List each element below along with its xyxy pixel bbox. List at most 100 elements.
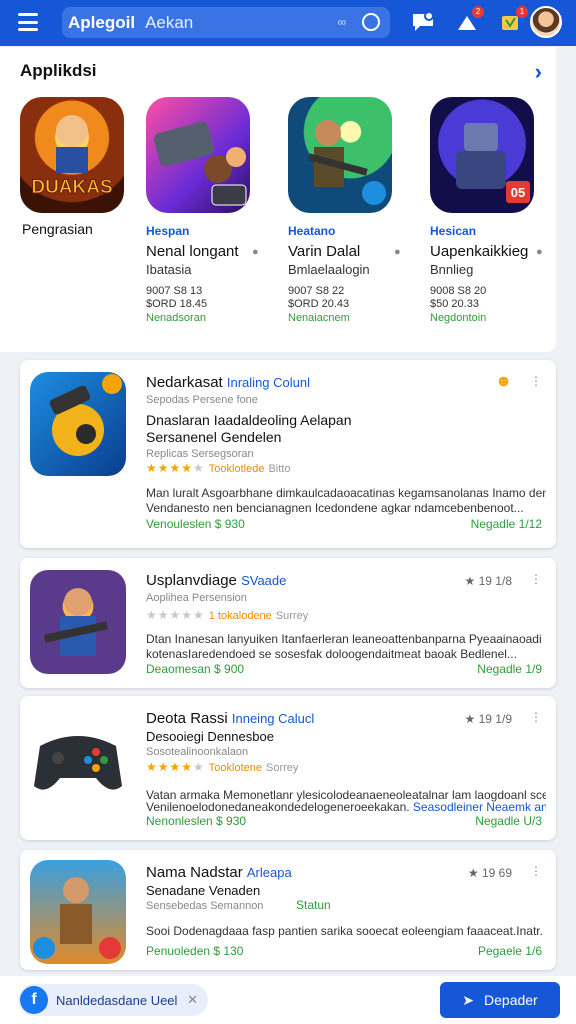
app-line-3: Sosotealinoonkalaon [146,746,249,758]
featured-app-icon-1[interactable]: DUAKAS [20,97,124,213]
app-title[interactable]: Nama Nadstar Arleapa [146,864,292,881]
primary-action-button[interactable]: ➤ Depader [440,982,560,1018]
app-title-text: Usplanvdiage [146,572,237,589]
app-rating: ★ 19 1/9 [464,712,512,726]
list-item[interactable]: Usplanvdiage SVaade ★ 19 1/8 ⋮ Aoplihea … [20,558,556,688]
featured-app-meta-4a: 9008 S8 20 [430,285,487,297]
app-description-2-text: Venilenoelodonedaneakondedelogeneroeekak… [146,800,410,814]
app-description: Sooi Dodenagdaaa fasp pantien sarika soo… [146,924,543,938]
featured-app-art-text: DUAKAS [31,177,112,198]
star-rating: ★★★★★ Tooklotlede Bitto [146,461,291,475]
app-line-3: Replicas Sersegsoran [146,448,254,460]
featured-app-name-4[interactable]: Uapenkaikkieg [430,243,528,261]
featured-app-meta-2a: 9007 S8 13 [146,285,203,297]
rating-text: 1 tokalodene [208,610,272,622]
filter-chip-label: Nanldedasdane Ueel [56,992,178,1008]
featured-app-name-1[interactable]: Pengrasian [22,220,93,238]
search-query: Aekan [145,12,194,32]
voice-search-icon[interactable] [362,13,380,31]
search-hint: ∞ [337,15,346,29]
featured-app-category-3: Heatano [288,224,336,238]
app-developer: Aoplihea Persension [146,592,247,604]
app-tag: Inraling Colunl [226,375,310,390]
search-input[interactable]: Aplegoil Aekan ∞ [62,7,390,38]
app-developer: Sepodas Persene fone [146,394,258,406]
featured-app-status-3: Nenaiacnem [288,312,350,324]
rating-text: Tooklotene [208,762,263,774]
more-icon[interactable]: ⋮ [530,572,542,586]
featured-app-name-3[interactable]: Varin Dalal [288,243,360,261]
app-price: Nenonleslen $ 930 [146,814,247,828]
rating-text: Tooklotlede [208,463,265,475]
star-rating: ★★★★★ 1 tokalodene Surrey [146,608,309,622]
featured-app-icon-4[interactable]: 05 [430,97,534,213]
featured-app-status-2: Nenadsoran [146,312,206,324]
more-icon[interactable]: ⋮ [530,864,542,878]
app-tag: Inneing Calucl [231,711,315,726]
app-title-text: Nedarkasat [146,374,223,391]
more-icon[interactable]: ⋮ [530,374,542,388]
app-developer: Senadane Venaden [146,883,261,898]
app-price: Venouleslen $ 930 [146,517,245,531]
app-title[interactable]: Deota Rassi Inneing Calucl [146,710,314,727]
featured-app-sub-3: Bmlaelaalogin [288,262,370,277]
app-rating-value: 19 1/9 [478,712,512,726]
app-description-2: Venilenoelodonedaneakondedelogeneroeekak… [146,800,546,815]
list-item[interactable]: Nedarkasat Inraling Colunl ⋮ ☻ Sepodas P… [20,360,556,548]
app-rating-value: 19 69 [481,866,512,880]
more-icon[interactable]: ● [394,246,401,258]
menu-icon[interactable] [18,13,38,31]
app-description-link[interactable]: Seasodleiner Neaemk an. [413,800,546,814]
more-icon[interactable]: ● [536,246,543,258]
filter-chip[interactable]: f Nanldedasdane Ueel ✕ [18,984,208,1016]
app-title[interactable]: Usplanvdiage SVaade [146,572,286,589]
app-brand: Aplegoil [68,12,136,32]
app-icon[interactable] [30,372,126,476]
featured-app-icon-2[interactable] [146,97,250,213]
more-icon[interactable]: ⋮ [530,710,542,724]
featured-app-name-2[interactable]: Nenal longant [146,243,239,261]
featured-app-category-4: Hesican [430,224,477,238]
list-item[interactable]: Nama Nadstar Arleapa ★ 19 69 ⋮ Senadane … [20,850,556,970]
rating-extra: Sorrey [266,762,299,774]
rewards-badge: 1 [516,6,528,18]
featured-app-icon-3[interactable] [288,97,392,213]
app-description-2: Vendanesto nen bencianagnen Icedondene a… [146,501,524,515]
notifications-icon[interactable]: 2 [454,6,484,34]
app-rating: ★ 19 1/8 [464,574,512,588]
app-icon[interactable] [30,570,126,674]
app-line-2: Sersanenel Gendelen [146,429,282,445]
primary-action-label: Depader [484,992,538,1008]
app-description: Man luralt Asgoarbhane dimkaulcadaoacati… [146,486,546,500]
featured-app-art-text-4: 05 [511,185,525,200]
list-item[interactable]: Deota Rassi Inneing Calucl ★ 19 1/9 ⋮ De… [20,696,556,840]
app-title-text: Nama Nadstar [146,864,243,881]
featured-app-meta-3a: 9007 S8 22 [288,285,345,297]
app-status: Pegaele 1/6 [477,944,542,958]
app-description-2: kotenasIaredendoed se sosesfak doloogend… [146,647,517,661]
app-title[interactable]: Nedarkasat Inraling Colunl [146,374,310,391]
featured-app-meta-3b: $ORD 20.43 [288,298,350,310]
bottom-bar: f Nanldedasdane Ueel ✕ ➤ Depader [0,976,576,1024]
app-developer: Desooiegi Dennesboe [146,729,274,744]
star-rating: ★★★★★ Tooklotene Sorrey [146,760,299,774]
featured-section: Applikdsi › DUAKAS Pengrasian Hespan Nen… [0,47,556,352]
chat-icon[interactable] [410,10,436,34]
app-title-text: Deota Rassi [146,710,228,727]
app-price: Penuoleden $ 130 [146,944,244,958]
rewards-icon[interactable]: 1 [498,6,528,34]
app-icon[interactable] [30,706,126,810]
app-icon[interactable] [30,860,126,964]
more-icon[interactable]: ● [252,246,259,258]
app-status: Negadle U/3 [475,814,542,828]
chevron-right-icon[interactable]: › [535,59,542,85]
close-icon[interactable]: ✕ [187,992,198,1008]
app-status-badge: Statun [296,898,331,912]
featured-app-meta-2b: $ORD 18.45 [146,298,208,310]
featured-app-sub-4: Bnnlieg [430,262,474,277]
notifications-badge: 2 [472,6,484,18]
emoji-icon: ☻ [495,373,512,390]
app-price: Deaomesan $ 900 [146,662,245,676]
app-line-1: Dnaslaran Iaadaldeoling Aelapan [146,412,352,428]
avatar[interactable] [530,6,562,38]
